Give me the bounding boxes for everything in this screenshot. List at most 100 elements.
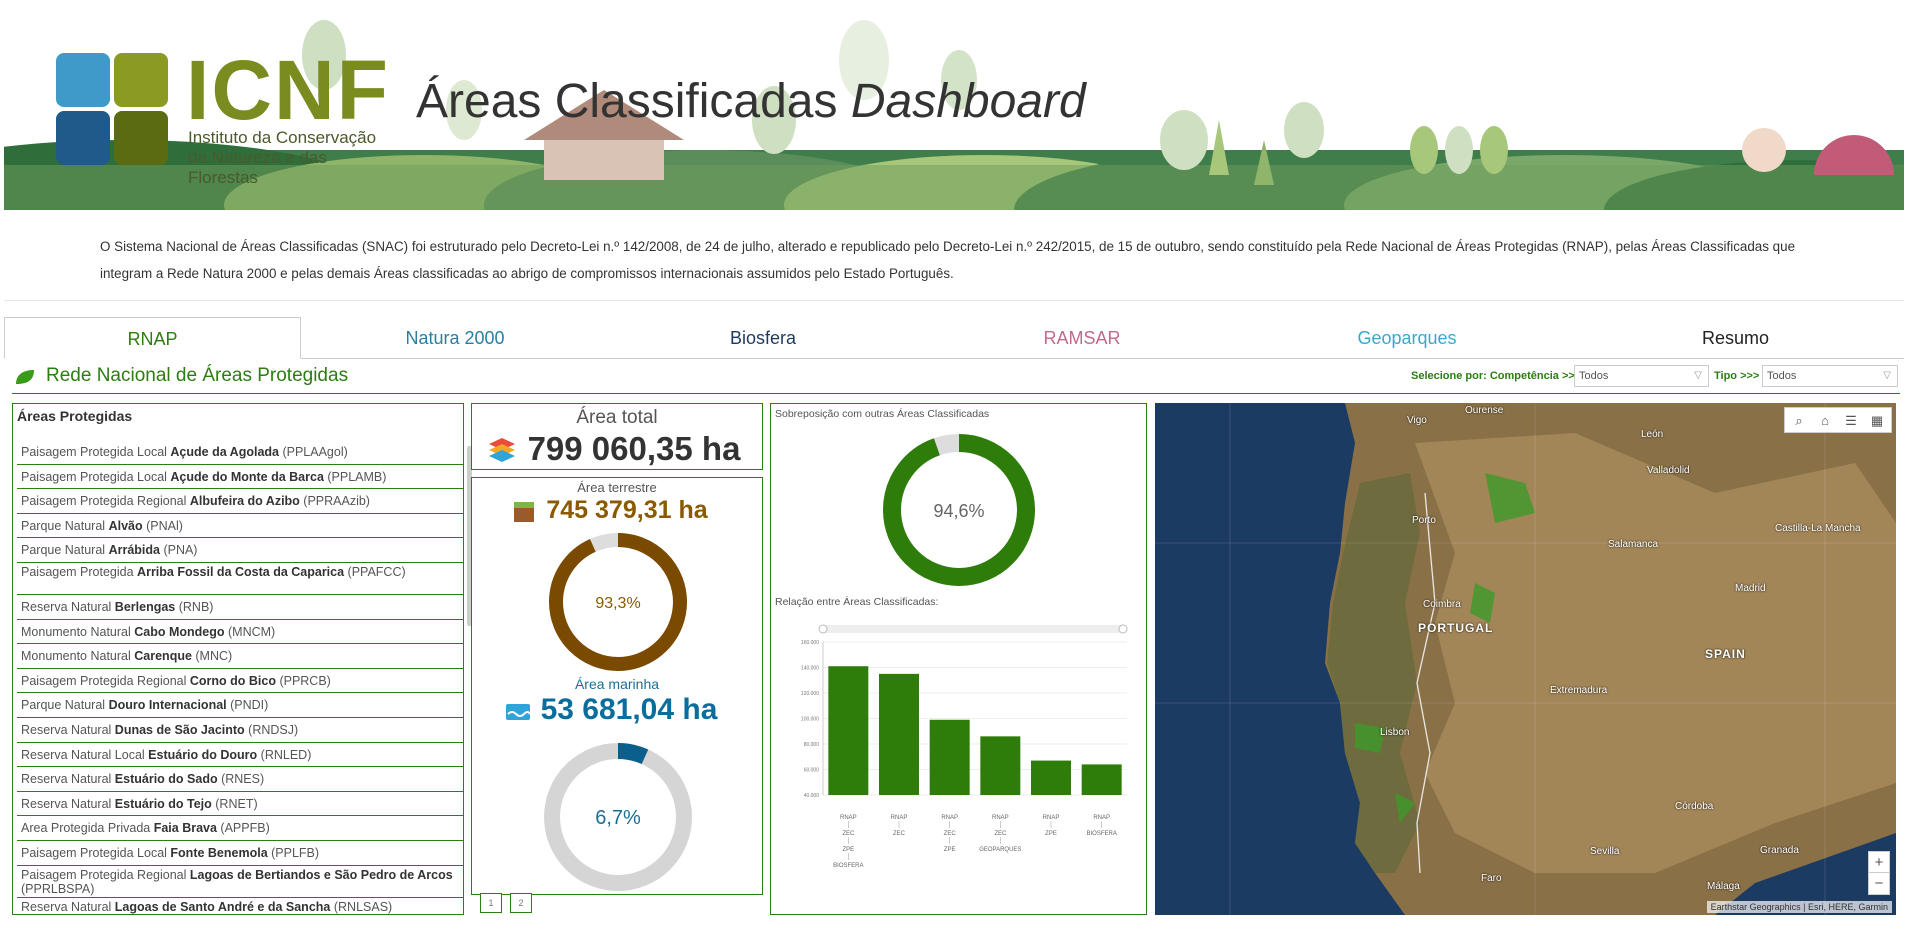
list-item[interactable]: Reserva Natural Estuário do Tejo (RNET) <box>17 792 463 817</box>
x-tick-label: RNAP <box>992 815 1009 821</box>
list-item[interactable]: Reserva Natural Lagoas de Santo André e … <box>17 898 463 917</box>
x-tick-label: ZEC <box>944 831 957 837</box>
page-1-button[interactable]: 1 <box>480 893 502 913</box>
list-item-name: Arrábida <box>108 543 160 558</box>
marinha-donut: 6,7% <box>544 743 692 891</box>
map-label-lisbon: Lisbon <box>1380 727 1410 738</box>
logo-subtitle-line-1: Instituto da Conservação <box>188 128 377 147</box>
list-item[interactable]: Parque Natural Arrábida (PNA) <box>17 538 463 563</box>
kpi-land-sea-panel: Área terrestre 745 379,31 ha 93,3% Área … <box>471 477 763 895</box>
list-item-type: Paisagem Protegida <box>21 564 138 579</box>
page-2-button[interactable]: 2 <box>510 893 532 913</box>
list-item[interactable]: Reserva Natural Estuário do Sado (RNES) <box>17 767 463 792</box>
y-tick-label: 80.000 <box>804 742 820 748</box>
list-item-name: Cabo Mondego <box>134 624 225 639</box>
terrestre-donut: 93,3% <box>549 533 687 671</box>
logo-subtitle-line-2: da Natureza e das Florestas <box>188 148 327 187</box>
list-item-name: Dunas de São Jacinto <box>114 722 245 737</box>
list-item-name: Alvão <box>108 518 143 533</box>
kpi-total-title: Área total <box>576 407 658 428</box>
satellite-map[interactable]: Ourense Vigo Porto León Valladolid Salam… <box>1155 403 1896 915</box>
list-item[interactable]: Paisagem Protegida Local Fonte Benemola … <box>17 841 463 866</box>
leaf-icon <box>16 370 34 384</box>
x-tick-label: ZEC <box>893 831 906 837</box>
list-item[interactable]: Parque Natural Alvão (PNAl) <box>17 514 463 539</box>
list-item-type: Paisagem Protegida Regional <box>21 867 190 882</box>
chart-range-slider[interactable] <box>821 625 1126 633</box>
kpi-total-panel: Área total 799 060,35 ha <box>471 403 763 470</box>
map-label-vigo: Vigo <box>1407 415 1427 426</box>
list-item-type: Paisagem Protegida Regional <box>21 494 190 509</box>
list-item-name: Açude do Monte da Barca <box>170 469 324 484</box>
filter-competencia-select[interactable]: Todos ▽ <box>1574 365 1709 387</box>
x-tick-label: ZPE <box>842 847 854 853</box>
list-item[interactable]: Parque Natural Douro Internacional (PNDI… <box>17 693 463 718</box>
list-item[interactable]: Paisagem Protegida Regional Albufeira do… <box>17 489 463 514</box>
zoom-in-button[interactable]: + <box>1869 852 1889 873</box>
overlap-donut: 94,6% <box>883 434 1035 586</box>
list-item[interactable]: Reserva Natural Dunas de São Jacinto (RN… <box>17 718 463 743</box>
list-item-name: Estuário do Tejo <box>114 796 212 811</box>
tab-ramsar[interactable]: RAMSAR <box>917 317 1247 359</box>
slider-handle-left[interactable] <box>818 624 828 634</box>
list-item-code: (PNAl) <box>142 518 183 533</box>
y-tick-label: 120.000 <box>801 691 819 697</box>
filter-tipo-select[interactable]: Todos ▽ <box>1762 365 1898 387</box>
list-item-code: (RNLED) <box>257 747 312 762</box>
map-label-granada: Granada <box>1760 845 1799 856</box>
map-label-sevilla: Sevilla <box>1590 846 1620 857</box>
map-label-valladolid: Valladolid <box>1647 465 1690 476</box>
logo-subtitle: Instituto da Conservação da Natureza e d… <box>188 128 396 188</box>
tab-biosfera[interactable]: Biosfera <box>609 317 917 359</box>
bar[interactable] <box>1081 764 1122 795</box>
tab-resumo[interactable]: Resumo <box>1567 317 1904 359</box>
list-item[interactable]: Reserva Natural Local Estuário do Douro … <box>17 743 463 768</box>
list-item[interactable]: Paisagem Protegida Local Açude do Monte … <box>17 465 463 490</box>
list-item-type: Reserva Natural <box>21 772 115 787</box>
list-item[interactable]: Reserva Natural Berlengas (RNB) <box>17 595 463 620</box>
list-item[interactable]: Area Protegida Privada Faia Brava (APPFB… <box>17 816 463 841</box>
bar[interactable] <box>1031 760 1071 795</box>
bar[interactable] <box>879 673 919 795</box>
overlap-panel: Sobreposição com outras Áreas Classifica… <box>770 403 1147 915</box>
x-tick-label: RNAP <box>1043 815 1060 821</box>
list-item-code: (APPFB) <box>216 821 270 836</box>
divider <box>4 300 1904 301</box>
list-item[interactable]: Monumento Natural Carenque (MNC) <box>17 644 463 669</box>
bar[interactable] <box>980 736 1021 795</box>
tab-rnap[interactable]: RNAP <box>4 317 301 359</box>
list-item[interactable]: Paisagem Protegida Regional Corno do Bic… <box>17 669 463 694</box>
list-item[interactable]: Paisagem Protegida Local Açude da Agolad… <box>17 440 463 465</box>
map-toolbar: ⌕ ⌂ ☰ ▦ <box>1784 407 1892 433</box>
kpi-terrestre-value: 745 379,31 ha <box>546 496 708 524</box>
map-label-porto: Porto <box>1412 515 1436 526</box>
list-item-code: (PPRCB) <box>275 673 331 688</box>
list-item-code: (PPRAAzib) <box>299 494 370 509</box>
tab-natura-2000[interactable]: Natura 2000 <box>301 317 609 359</box>
list-icon[interactable]: ☰ <box>1841 411 1861 431</box>
tab-geoparques[interactable]: Geoparques <box>1247 317 1567 359</box>
logo-text: ICNF <box>186 43 390 137</box>
map-label-leon: León <box>1641 429 1664 440</box>
list-item-name: Carenque <box>134 649 192 664</box>
basemap-gallery-icon[interactable]: ▦ <box>1867 411 1887 431</box>
zoom-out-button[interactable]: − <box>1869 873 1889 894</box>
list-item[interactable]: Paisagem Protegida Arriba Fossil da Cost… <box>17 563 463 595</box>
list-item-type: Reserva Natural <box>21 796 115 811</box>
list-item-code: (RNES) <box>217 772 265 787</box>
list-item-code: (PNDI) <box>226 698 269 713</box>
bar[interactable] <box>929 719 970 795</box>
list-item[interactable]: Paisagem Protegida Regional Lagoas de Be… <box>17 866 463 898</box>
list-item-type: Reserva Natural <box>21 599 115 614</box>
terrestre-pct-label: 93,3% <box>595 595 640 612</box>
map-terrain <box>1155 403 1896 915</box>
chevron-down-icon: ▽ <box>1883 370 1891 381</box>
slider-handle-right[interactable] <box>1118 624 1128 634</box>
list-item-type: Monumento Natural <box>21 624 135 639</box>
map-label-ourense: Ourense <box>1465 405 1504 416</box>
x-tick-label: BIOSFERA <box>833 863 863 869</box>
list-item[interactable]: Monumento Natural Cabo Mondego (MNCM) <box>17 620 463 645</box>
search-icon[interactable]: ⌕ <box>1789 411 1809 431</box>
bar[interactable] <box>828 666 869 795</box>
home-icon[interactable]: ⌂ <box>1815 411 1835 431</box>
